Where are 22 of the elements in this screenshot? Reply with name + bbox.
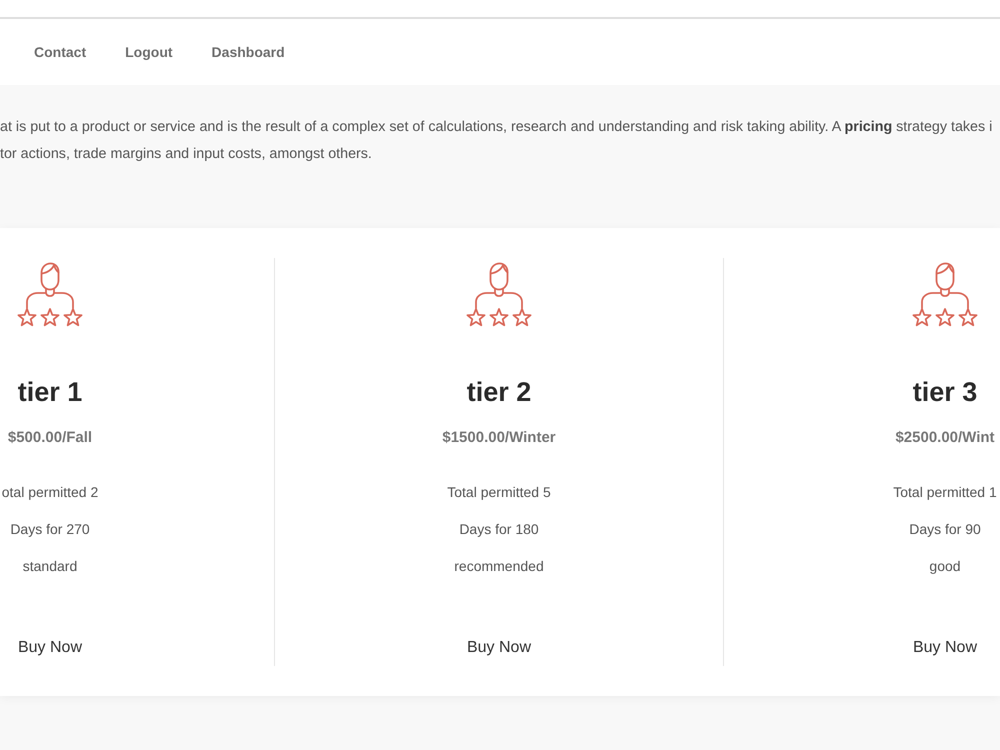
nav-link[interactable]: Contact <box>34 44 86 60</box>
plan-feature: Days for 270 <box>10 520 90 539</box>
buy-now-button[interactable]: Buy Now <box>16 637 84 659</box>
plan-title: tier 2 <box>466 376 532 409</box>
plan-feature: otal permitted 2 <box>2 483 98 502</box>
plan-title: tier 1 <box>18 376 82 409</box>
plan-title: tier 3 <box>912 376 978 409</box>
intro-paragraph: at is put to a product or service and is the result of a complex set of calculations, research and understanding and risk taking ability. A pricing strategy takes i tor actions, trade margins and input costs, amongst others. <box>0 118 992 164</box>
plan-feature: Days for 180 <box>459 520 539 539</box>
plan-price: $2500.00/Wint <box>895 428 995 448</box>
plan-feature: good <box>929 557 961 576</box>
plan-feature: standard <box>22 557 78 576</box>
buy-now-button[interactable]: Buy Now <box>910 637 980 659</box>
plan-feature: Total permitted 5 <box>447 483 551 502</box>
plan-price: $1500.00/Winter <box>442 428 556 448</box>
plan-feature: recommended <box>454 557 544 576</box>
plan-price: $500.00/Fall <box>8 428 92 448</box>
nav-link[interactable]: Dashboard <box>212 44 285 60</box>
buy-now-button[interactable]: Buy Now <box>464 637 534 659</box>
plan-feature: Total permitted 1 <box>893 483 997 502</box>
nav-link[interactable]: Logout <box>125 44 173 60</box>
plan-feature: Days for 90 <box>909 520 981 539</box>
